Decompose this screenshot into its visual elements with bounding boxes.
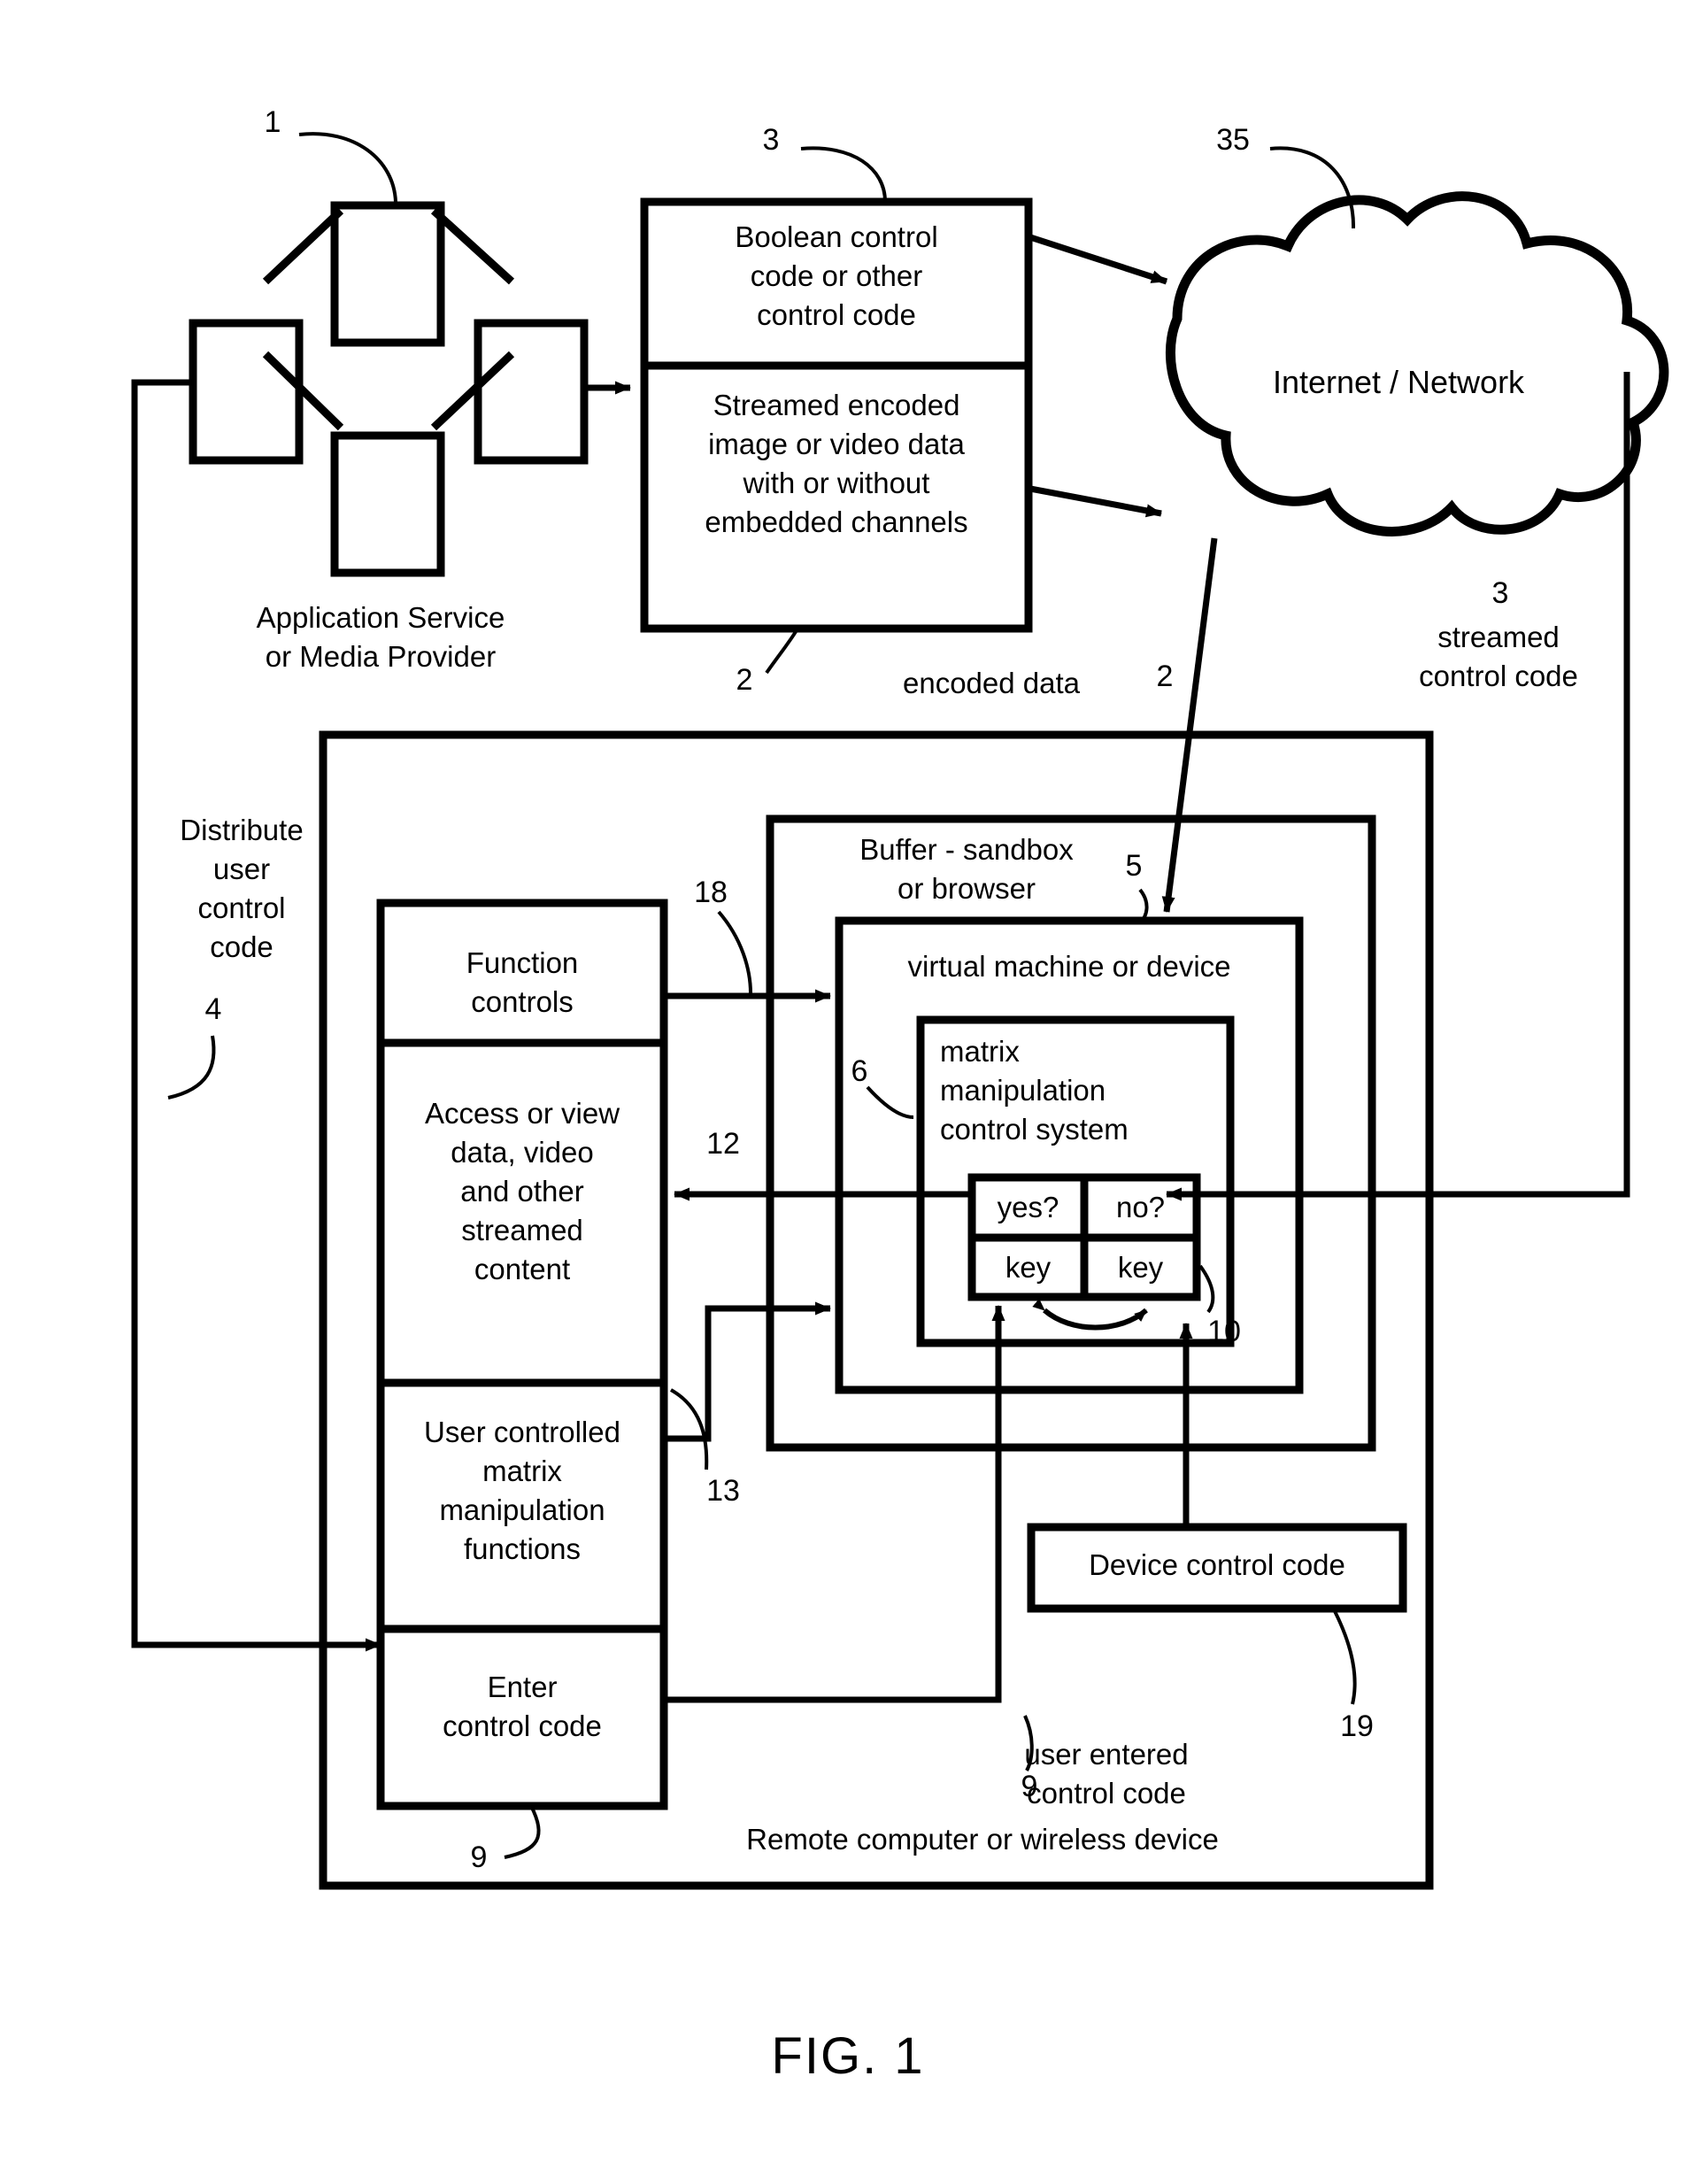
figure-caption: FIG. 1 bbox=[771, 2027, 925, 2085]
ref-19-label: 19 bbox=[1340, 1709, 1374, 1743]
ref-1-label: 1 bbox=[264, 105, 281, 139]
ref-4-leader bbox=[167, 1035, 216, 1100]
ref-13-label: 13 bbox=[706, 1474, 740, 1508]
ref-35-label: 35 bbox=[1216, 123, 1250, 157]
control-code-line1: Boolean control bbox=[735, 220, 938, 253]
ref-2-box-label: 2 bbox=[736, 663, 753, 697]
ref-18-label: 18 bbox=[694, 876, 728, 909]
ref-13-leader bbox=[670, 1388, 709, 1470]
internet-cloud-label: Internet / Network bbox=[1272, 364, 1525, 400]
user-matrix-line3: manipulation bbox=[439, 1493, 605, 1526]
distribute-code-line4: code bbox=[210, 930, 274, 963]
user-matrix-line2: matrix bbox=[482, 1455, 562, 1487]
function-controls-line2: controls bbox=[471, 985, 574, 1018]
ref-2-leader bbox=[765, 629, 798, 675]
arrow-control-code-to-cloud bbox=[1029, 234, 1168, 285]
buffer-label-line2: or browser bbox=[898, 872, 1036, 905]
path-user-matrix-to-vm bbox=[664, 1301, 831, 1442]
ref-4-label: 4 bbox=[204, 992, 222, 1026]
matrix-system-line2: manipulation bbox=[940, 1074, 1106, 1107]
streamed-control-code-line2: control code bbox=[1419, 660, 1578, 692]
ref-1-leader bbox=[298, 132, 397, 203]
access-view-line3: and other bbox=[460, 1175, 584, 1208]
matrix-system-line1: matrix bbox=[940, 1035, 1020, 1068]
streamed-data-line3: with or without bbox=[743, 467, 930, 499]
control-code-line3: control code bbox=[757, 298, 916, 331]
access-view-line4: streamed bbox=[461, 1214, 583, 1246]
user-entered-line2: control code bbox=[1027, 1777, 1186, 1810]
provider-cluster-label-line1: Application Service bbox=[256, 601, 505, 634]
ref-6-label: 6 bbox=[851, 1054, 868, 1088]
ref-12-label: 12 bbox=[706, 1127, 740, 1161]
key-swap-arrow bbox=[1032, 1298, 1148, 1331]
access-view-line5: content bbox=[474, 1253, 571, 1285]
distribute-code-line3: control bbox=[197, 891, 286, 924]
enter-control-code-line2[interactable]: control code bbox=[377, 1709, 667, 1744]
user-entered-line1: user entered bbox=[1024, 1738, 1189, 1771]
device-control-code-label[interactable]: Device control code bbox=[1031, 1547, 1403, 1583]
matrix-system-line3: control system bbox=[940, 1113, 1129, 1146]
matrix-cell-no[interactable]: no? bbox=[1084, 1190, 1197, 1225]
distribute-code-line1: Distribute bbox=[180, 814, 304, 846]
figure-canvas: 1 Application Service or Media Provider … bbox=[0, 0, 1695, 2184]
ref-10-leader bbox=[1198, 1264, 1215, 1314]
access-view-line2: data, video bbox=[451, 1136, 594, 1169]
virtual-machine-label: virtual machine or device bbox=[907, 950, 1231, 983]
ref-6-leader bbox=[866, 1085, 914, 1119]
matrix-cell-key-left[interactable]: key bbox=[972, 1250, 1084, 1285]
matrix-cell-key-right[interactable]: key bbox=[1084, 1250, 1197, 1285]
arrow-streamed-to-cloud bbox=[1029, 485, 1162, 518]
access-view-line1: Access or view bbox=[424, 1097, 620, 1130]
ref-3-top-label: 3 bbox=[762, 123, 780, 157]
streamed-data-line4: embedded channels bbox=[705, 505, 968, 538]
distribute-code-line2: user bbox=[212, 853, 271, 885]
encoded-data-ref-right: 2 bbox=[1156, 660, 1174, 693]
enter-control-code-line1[interactable]: Enter bbox=[377, 1670, 667, 1705]
provider-cluster-icon bbox=[189, 201, 589, 577]
ref-19-leader bbox=[1333, 1610, 1357, 1705]
streamed-data-line1: Streamed encoded bbox=[713, 389, 960, 421]
user-matrix-line4: functions bbox=[463, 1532, 582, 1565]
buffer-label-line1: Buffer - sandbox bbox=[859, 833, 1074, 866]
control-code-line2: code or other bbox=[750, 259, 923, 292]
ref-10-label: 10 bbox=[1207, 1315, 1241, 1348]
remote-device-label: Remote computer or wireless device bbox=[746, 1823, 1219, 1856]
function-controls-line1: Function bbox=[466, 946, 579, 979]
ref-5-label: 5 bbox=[1125, 849, 1143, 883]
ref-18-leader bbox=[717, 910, 752, 994]
ref-3-leader-top bbox=[800, 146, 887, 203]
arrow-cloud-to-vm bbox=[1161, 537, 1218, 913]
provider-cluster-label-line2: or Media Provider bbox=[265, 640, 497, 673]
ref-9-enter-label: 9 bbox=[470, 1841, 488, 1874]
streamed-data-line2: image or video data bbox=[708, 428, 965, 460]
streamed-control-code-line1: streamed bbox=[1437, 621, 1560, 653]
user-matrix-line1: User controlled bbox=[424, 1416, 620, 1448]
encoded-data-label: encoded data bbox=[902, 667, 1080, 699]
matrix-cell-yes[interactable]: yes? bbox=[972, 1190, 1084, 1225]
ref-9-enter-leader bbox=[504, 1805, 541, 1859]
streamed-control-code-ref: 3 bbox=[1491, 576, 1509, 610]
